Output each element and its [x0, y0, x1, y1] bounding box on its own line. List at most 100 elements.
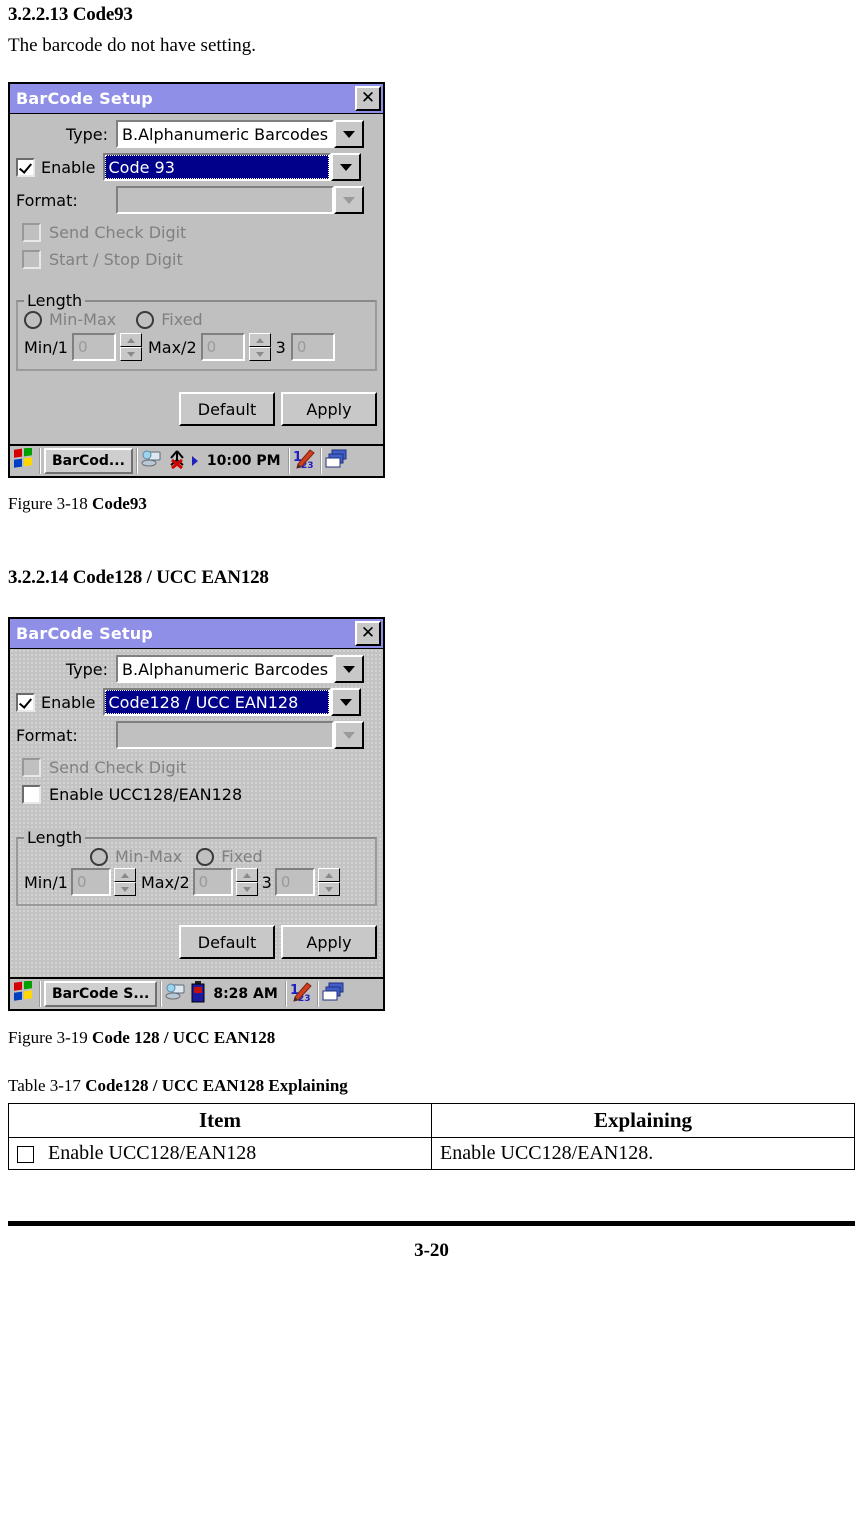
start-stop-digit-row: Start / Stop Digit — [16, 250, 377, 269]
barcode-setup-dialog-code128[interactable]: BarCode Setup ✕ Type: B.Alphanumeric Bar… — [8, 617, 385, 1011]
type-combobox-field[interactable]: B.Alphanumeric Barcodes — [116, 120, 334, 148]
min-spinner — [113, 868, 136, 896]
third-label: 3 — [261, 872, 272, 892]
enable-checkbox[interactable] — [16, 157, 35, 177]
min-label: Min/1 — [24, 337, 68, 357]
default-button[interactable]: Default — [179, 925, 275, 959]
dialog-body: Type: B.Alphanumeric Barcodes Enable Cod… — [10, 114, 383, 444]
min-spinner — [119, 333, 142, 361]
dialog-actions: Default Apply — [16, 925, 377, 959]
third-spinner — [317, 868, 340, 896]
enable-label: Enable — [41, 157, 96, 177]
barcode-combobox-field[interactable]: Code128 / UCC EAN128 — [102, 688, 331, 716]
enable-ucc128-row: Enable UCC128/EAN128 — [16, 785, 377, 804]
min-max-radio — [90, 847, 108, 866]
enable-ucc128-checkbox[interactable] — [22, 785, 41, 804]
document-page: 3.2.2.13 Code93 The barcode do not have … — [0, 4, 863, 1262]
length-groupbox: Length Min-Max Fixed Min/1 0 Max/2 0 3 0 — [16, 828, 377, 906]
length-radio-row: Min-Max Fixed — [24, 310, 369, 329]
chevron-down-icon[interactable] — [330, 688, 361, 716]
input-panel-icon[interactable]: 1 23 — [293, 448, 317, 474]
length-radio-row: Min-Max Fixed — [24, 847, 369, 866]
explaining-table: Item Explaining Enable UCC128/EAN128 Ena… — [8, 1103, 855, 1170]
enable-row: Enable Code128 / UCC EAN128 — [16, 688, 377, 716]
desktop-icon[interactable] — [141, 449, 163, 473]
min-max-radio — [24, 310, 42, 329]
taskbar-divider — [160, 981, 163, 1007]
taskbar-divider — [39, 448, 41, 474]
length-groupbox: Length Min-Max Fixed Min/1 0 Max/2 0 3 0 — [16, 291, 377, 371]
battery-icon[interactable] — [191, 981, 205, 1007]
chevron-down-icon — [334, 721, 364, 749]
start-menu-icon[interactable] — [12, 980, 36, 1007]
input-panel-icon[interactable]: 1 23 — [290, 981, 314, 1007]
length-values-row: Min/1 0 Max/2 0 3 0 — [24, 868, 369, 896]
format-combobox-field — [116, 186, 334, 214]
apply-button[interactable]: Apply — [281, 925, 377, 959]
taskbar-divider — [284, 981, 287, 1007]
clock-label[interactable]: 8:28 AM — [213, 986, 277, 1002]
figure-caption-prefix: Figure 3-19 — [8, 1028, 93, 1047]
fixed-radio — [196, 847, 215, 866]
format-row: Format: — [16, 186, 377, 214]
send-check-digit-row: Send Check Digit — [16, 223, 377, 242]
type-label: Type: — [65, 659, 108, 679]
no-connection-icon[interactable] — [167, 449, 187, 473]
table-row: Enable UCC128/EAN128 Enable UCC128/EAN12… — [8, 1137, 855, 1170]
default-button[interactable]: Default — [179, 392, 275, 426]
section-heading-code93: 3.2.2.13 Code93 — [8, 4, 133, 25]
figure-caption-bold: Code 128 / UCC EAN128 — [92, 1028, 276, 1047]
play-arrow-icon — [191, 452, 199, 471]
start-menu-icon[interactable] — [12, 447, 36, 474]
table-cell-explaining: Enable UCC128/EAN128. — [431, 1137, 855, 1170]
send-check-digit-label: Send Check Digit — [49, 758, 187, 777]
max-spinner — [235, 868, 258, 896]
desktop-icon[interactable] — [165, 982, 187, 1006]
dialog-title: BarCode Setup — [16, 89, 153, 108]
max-label: Max/2 — [147, 337, 197, 357]
fixed-label: Fixed — [221, 847, 263, 866]
dialog-actions: Default Apply — [16, 392, 377, 426]
page-number: 3-20 — [414, 1240, 449, 1261]
chevron-down-icon — [334, 186, 364, 214]
taskbar-divider — [319, 448, 322, 474]
taskbar-task-button[interactable]: BarCode S... — [44, 981, 158, 1007]
close-icon[interactable]: ✕ — [355, 86, 381, 111]
type-row: Type: B.Alphanumeric Barcodes — [16, 655, 377, 683]
taskbar-divider — [287, 448, 290, 474]
window-switcher-icon[interactable] — [322, 982, 346, 1006]
barcode-setup-dialog-code93[interactable]: BarCode Setup ✕ Type: B.Alphanumeric Bar… — [8, 82, 385, 478]
chevron-down-icon[interactable] — [330, 153, 361, 181]
taskbar: BarCod... 10:00 PM 1 23 — [10, 444, 383, 476]
taskbar-divider — [135, 448, 138, 474]
chevron-down-icon[interactable] — [334, 655, 364, 683]
max-input: 0 — [200, 333, 245, 361]
figure-caption-prefix: Figure 3-18 — [8, 494, 93, 513]
length-values-row: Min/1 0 Max/2 0 3 0 — [24, 333, 369, 361]
send-check-digit-checkbox — [22, 758, 41, 777]
type-label: Type: — [65, 124, 108, 144]
figure-caption-2: Figure 3-19 Code 128 / UCC EAN128 — [8, 1028, 855, 1048]
fixed-label: Fixed — [161, 310, 203, 329]
type-row: Type: B.Alphanumeric Barcodes — [16, 120, 377, 148]
enable-ucc128-label: Enable UCC128/EAN128 — [49, 785, 243, 804]
start-stop-digit-label: Start / Stop Digit — [49, 250, 183, 269]
chevron-down-icon[interactable] — [334, 120, 364, 148]
taskbar-task-button[interactable]: BarCod... — [44, 448, 133, 474]
barcode-combobox-field[interactable]: Code 93 — [102, 153, 331, 181]
apply-button[interactable]: Apply — [281, 392, 377, 426]
window-switcher-icon[interactable] — [325, 449, 349, 473]
table-header-explaining: Explaining — [431, 1103, 855, 1138]
enable-checkbox[interactable] — [16, 692, 35, 712]
footer-rule — [8, 1221, 855, 1226]
fixed-radio — [136, 310, 155, 329]
taskbar-tray: 8:28 AM — [165, 981, 281, 1007]
min-label: Min/1 — [24, 872, 68, 892]
clock-label[interactable]: 10:00 PM — [207, 453, 281, 469]
enable-row: Enable Code 93 — [16, 153, 377, 181]
table-cell-item-label: Enable UCC128/EAN128 — [48, 1142, 257, 1164]
max-label: Max/2 — [140, 872, 190, 892]
format-combobox-field — [116, 721, 334, 749]
type-combobox-field[interactable]: B.Alphanumeric Barcodes — [116, 655, 334, 683]
close-icon[interactable]: ✕ — [355, 621, 381, 646]
